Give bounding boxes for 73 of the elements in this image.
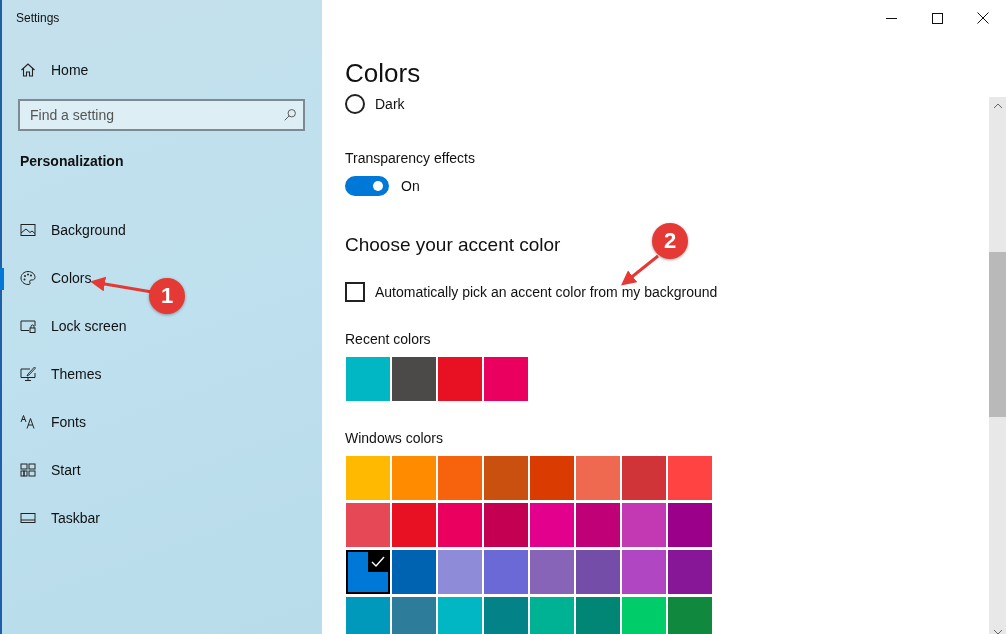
color-swatch[interactable] xyxy=(392,503,436,547)
taskbar-icon xyxy=(20,510,36,526)
color-swatch[interactable] xyxy=(668,456,712,500)
minimize-icon xyxy=(885,17,897,19)
font-icon xyxy=(20,414,36,430)
color-swatch[interactable] xyxy=(576,456,620,500)
scrollbar-thumb[interactable] xyxy=(989,252,1006,417)
color-swatch[interactable] xyxy=(622,597,666,634)
recent-colors-label: Recent colors xyxy=(345,330,432,348)
color-swatch[interactable] xyxy=(484,550,528,594)
color-swatch[interactable] xyxy=(668,503,712,547)
sidebar-item[interactable]: Background xyxy=(2,206,322,254)
color-swatch[interactable] xyxy=(438,456,482,500)
transparency-toggle[interactable] xyxy=(345,176,389,196)
maximize-icon xyxy=(931,12,943,24)
color-swatch[interactable] xyxy=(346,503,390,547)
color-swatch[interactable] xyxy=(484,503,528,547)
sidebar-item[interactable]: Fonts xyxy=(2,398,322,446)
color-swatch[interactable] xyxy=(346,456,390,500)
color-swatch[interactable] xyxy=(392,597,436,634)
close-icon xyxy=(977,12,989,24)
color-swatch[interactable] xyxy=(622,503,666,547)
palette-icon xyxy=(20,270,36,286)
lock-screen-icon xyxy=(20,318,36,334)
color-swatch[interactable] xyxy=(530,456,574,500)
color-swatch[interactable] xyxy=(530,597,574,634)
color-swatch[interactable] xyxy=(668,597,712,634)
section-heading: Choose your accent color xyxy=(345,233,561,257)
color-swatch[interactable] xyxy=(668,550,712,594)
sidebar-item[interactable]: Start xyxy=(2,446,322,494)
monitor-brush-icon xyxy=(20,366,36,382)
color-swatch[interactable] xyxy=(622,550,666,594)
picture-icon xyxy=(20,222,36,238)
color-swatch[interactable] xyxy=(576,503,620,547)
scrollbar[interactable] xyxy=(989,97,1006,634)
search-icon xyxy=(283,108,297,122)
color-swatch[interactable] xyxy=(438,550,482,594)
color-swatch[interactable] xyxy=(392,550,436,594)
tiles-icon xyxy=(20,462,36,478)
sidebar-item[interactable]: Taskbar xyxy=(2,494,322,542)
color-swatch[interactable] xyxy=(576,597,620,634)
color-swatch[interactable] xyxy=(346,597,390,634)
home-icon xyxy=(20,62,36,78)
toggle-state-label: On xyxy=(401,178,420,194)
color-swatch[interactable] xyxy=(484,357,528,401)
section-heading: Personalization xyxy=(19,152,125,171)
color-swatch[interactable] xyxy=(346,357,390,401)
scroll-down-icon xyxy=(992,629,1003,634)
annotation-arrow xyxy=(620,254,659,286)
color-swatch[interactable] xyxy=(576,550,620,594)
color-swatch[interactable] xyxy=(438,357,482,401)
color-swatch[interactable] xyxy=(622,456,666,500)
window-title: Settings xyxy=(15,10,61,27)
home-label: Home xyxy=(51,62,89,78)
scroll-up-icon xyxy=(992,103,1003,109)
dark-mode-radio[interactable]: Dark xyxy=(345,94,989,114)
page-title: Colors xyxy=(345,58,422,88)
sidebar-item[interactable]: Themes xyxy=(2,350,322,398)
checkmark-icon xyxy=(368,552,388,572)
color-swatch[interactable] xyxy=(484,597,528,634)
color-swatch[interactable] xyxy=(438,503,482,547)
color-swatch[interactable] xyxy=(392,456,436,500)
color-swatch[interactable] xyxy=(484,456,528,500)
auto-pick-checkbox[interactable]: Automatically pick an accent color from my background xyxy=(345,282,989,302)
color-swatch[interactable] xyxy=(392,357,436,401)
setting-label: Transparency effects xyxy=(345,149,476,167)
color-swatch[interactable] xyxy=(346,550,390,594)
color-swatch[interactable] xyxy=(530,550,574,594)
search-field[interactable]: Find a setting xyxy=(18,99,305,131)
home-nav-item[interactable]: Home xyxy=(2,51,322,89)
color-swatch[interactable] xyxy=(438,597,482,634)
windows-colors-label: Windows colors xyxy=(345,429,445,447)
color-swatch[interactable] xyxy=(530,503,574,547)
